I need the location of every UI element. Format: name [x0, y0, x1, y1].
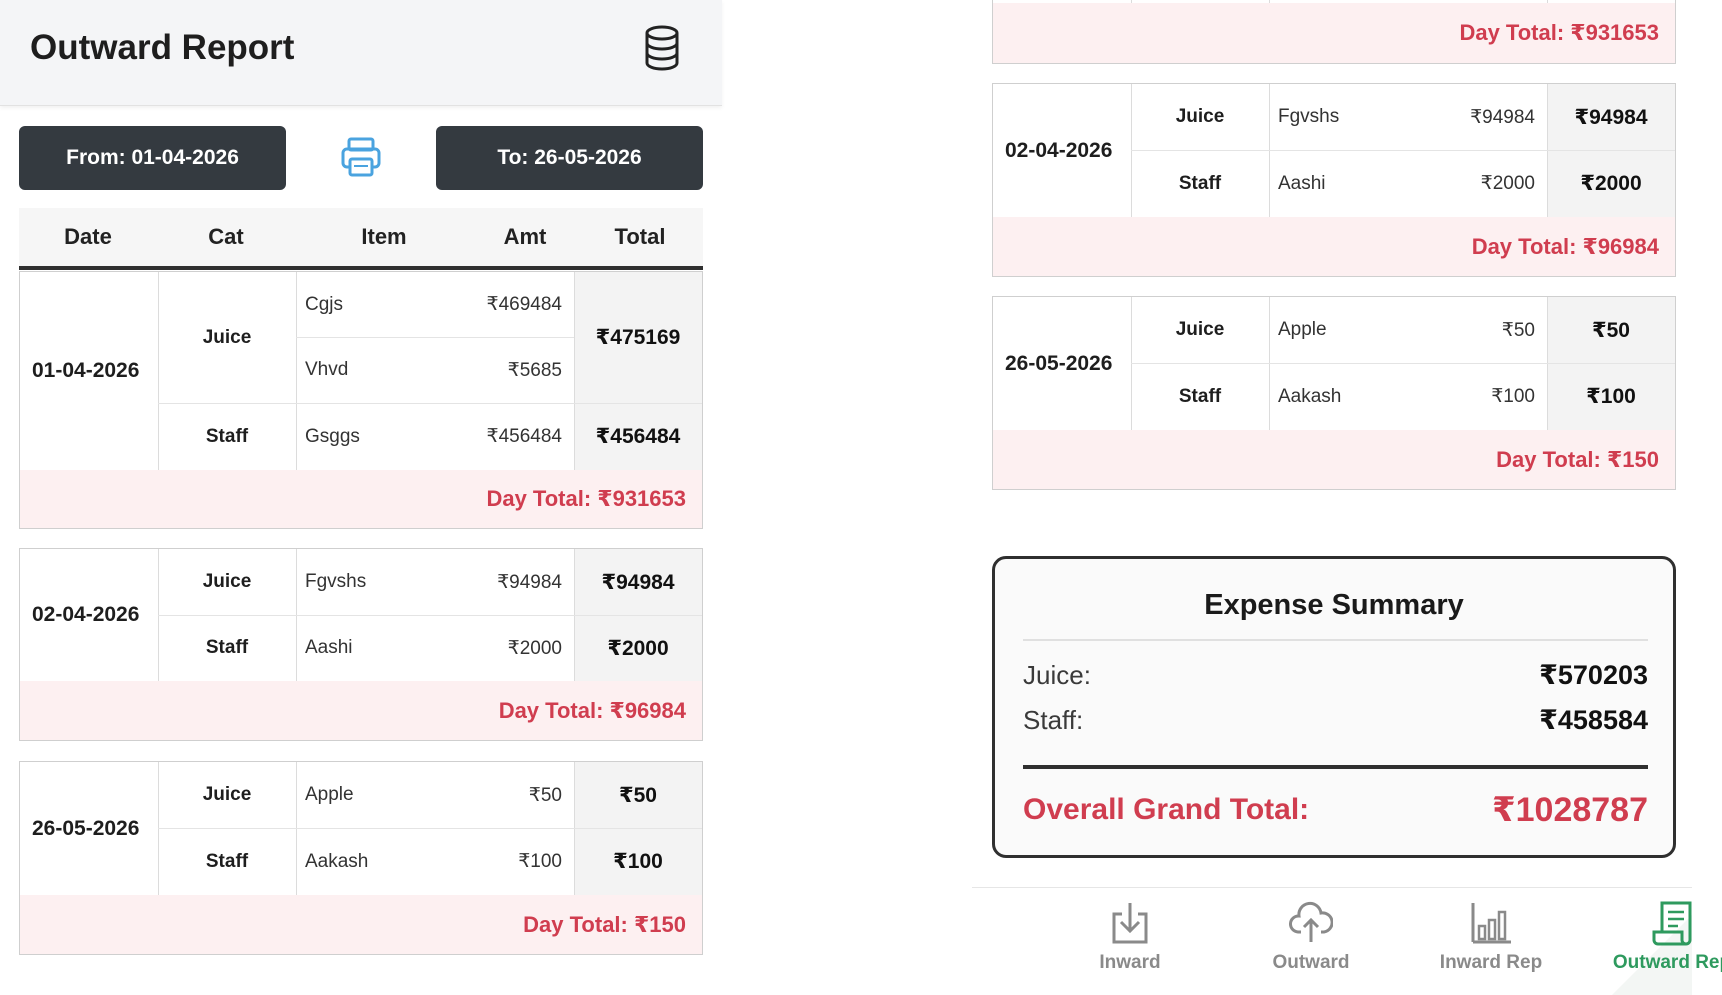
- row-item: Aakash: [305, 850, 369, 872]
- column-header-amt: Amt: [503, 224, 547, 249]
- row-total: ₹100: [1586, 385, 1636, 408]
- grand-total-label: Overall Grand Total:: [1023, 793, 1310, 826]
- bottom-nav: Inward Outward Inward Rep Outward Rep: [972, 887, 1722, 995]
- row-item: Apple: [1278, 319, 1327, 340]
- column-header-date: Date: [64, 224, 112, 249]
- day-block: 02-04-2026 Juice Fgvshs ₹94984 ₹94984 St…: [19, 548, 703, 741]
- download-tray-icon: [1112, 903, 1148, 944]
- day-total: Day Total: ₹931653: [993, 3, 1675, 63]
- to-date-button[interactable]: To: 26-05-2026: [436, 126, 703, 190]
- row-amount: ₹100: [518, 851, 562, 872]
- bar-chart-icon: [1471, 903, 1511, 944]
- row-category: Juice: [1175, 106, 1225, 127]
- row-date: 02-04-2026: [1005, 138, 1113, 162]
- row-amount: ₹469484: [486, 294, 563, 315]
- printer-icon[interactable]: [340, 136, 382, 178]
- row-total: ₹50: [1592, 318, 1630, 342]
- row-category: Staff: [1178, 385, 1222, 407]
- row-item: Cgjs: [305, 293, 344, 315]
- day-block: 26-05-2026 Juice Apple ₹50 ₹50 Staff Aak…: [992, 296, 1676, 490]
- from-date-button[interactable]: From: 01-04-2026: [19, 126, 286, 190]
- row-date: 26-05-2026: [32, 816, 140, 840]
- row-item: Apple: [305, 784, 354, 805]
- row-amount: ₹100: [1491, 386, 1535, 407]
- app-header: Outward Report: [0, 0, 722, 106]
- left-panel: Outward Report From: 01-04-2026 To: 26-0…: [0, 0, 722, 995]
- day-total: Day Total: ₹150: [20, 895, 702, 954]
- row-total: ₹94984: [1574, 105, 1648, 129]
- row-date: 02-04-2026: [32, 603, 140, 626]
- day-total: Day Total: ₹931653: [20, 470, 702, 528]
- nav-label: Inward Rep: [1439, 952, 1543, 973]
- grand-total-row: Overall Grand Total: ₹1028787: [1023, 785, 1648, 835]
- day-total: Day Total: ₹150: [993, 430, 1675, 489]
- row-amount: ₹94984: [497, 571, 562, 593]
- summary-title: Expense Summary: [1204, 589, 1464, 621]
- day-block: 01-04-2026 Juice Cgjs ₹469484 Vhvd ₹5685…: [19, 271, 703, 529]
- row-amount: ₹456484: [486, 426, 563, 447]
- summary-row-juice: Juice: ₹570203: [1023, 655, 1648, 695]
- table-header: Date Cat Item Amt Total: [19, 208, 703, 270]
- row-category: Staff: [1178, 172, 1222, 194]
- summary-value: ₹458584: [1539, 704, 1648, 735]
- row-item: Fgvshs: [1278, 106, 1340, 127]
- row-amount: ₹50: [528, 784, 562, 806]
- row-amount: ₹2000: [1480, 173, 1535, 194]
- row-total: ₹50: [619, 783, 657, 807]
- row-category: Juice: [1175, 319, 1225, 340]
- row-total: ₹94984: [601, 570, 675, 594]
- cloud-upload-icon: [1289, 901, 1333, 942]
- row-item: Aashi: [1278, 172, 1326, 194]
- summary-label: Juice:: [1023, 659, 1091, 690]
- row-item: Vhvd: [305, 359, 349, 380]
- column-header-item: Item: [361, 224, 407, 249]
- right-panel: Day Total: ₹931653 02-04-2026 Juice Fgvs…: [970, 0, 1722, 995]
- row-category: Staff: [205, 425, 249, 447]
- day-block: 02-04-2026 Juice Fgvshs ₹94984 ₹94984 St…: [992, 83, 1676, 277]
- nav-label: Outward Rep: [1612, 952, 1722, 973]
- column-header-total: Total: [614, 224, 666, 249]
- row-amount: ₹2000: [507, 637, 562, 659]
- page-title: Outward Report: [30, 28, 295, 67]
- day-total: Day Total: ₹96984: [20, 681, 702, 740]
- summary-row-staff: Staff: ₹458584: [1023, 700, 1648, 740]
- summary-value: ₹570203: [1539, 659, 1648, 690]
- row-amount: ₹50: [1501, 319, 1535, 341]
- nav-item-outward[interactable]: Outward: [1236, 900, 1386, 990]
- row-amount: ₹5685: [507, 359, 562, 381]
- database-icon[interactable]: [642, 24, 682, 72]
- day-block: Day Total: ₹931653: [992, 0, 1676, 64]
- nav-label: Inward: [1099, 952, 1161, 973]
- summary-label: Staff:: [1023, 704, 1084, 735]
- row-item: Gsggs: [305, 425, 360, 447]
- row-total: ₹100: [613, 850, 663, 873]
- row-category: Juice: [202, 326, 252, 348]
- row-total: ₹475169: [595, 326, 681, 349]
- nav-item-outward-rep[interactable]: Outward Rep: [1597, 900, 1722, 990]
- row-item: Fgvshs: [305, 571, 367, 592]
- day-block: 26-05-2026 Juice Apple ₹50 ₹50 Staff Aak…: [19, 761, 703, 955]
- row-date: 26-05-2026: [1005, 351, 1113, 375]
- expense-summary-card: Expense Summary Juice: ₹570203 Staff: ₹4…: [992, 556, 1676, 858]
- row-item: Aashi: [305, 637, 353, 658]
- row-total: ₹2000: [1580, 172, 1642, 195]
- row-total: ₹2000: [607, 636, 669, 660]
- row-category: Staff: [205, 850, 249, 872]
- row-category: Staff: [205, 637, 249, 658]
- row-category: Juice: [202, 571, 252, 592]
- row-item: Aakash: [1278, 385, 1342, 407]
- day-total: Day Total: ₹96984: [993, 217, 1675, 276]
- row-date: 01-04-2026: [32, 359, 140, 382]
- column-header-cat: Cat: [208, 224, 244, 249]
- row-total: ₹456484: [595, 425, 681, 448]
- row-category: Juice: [202, 784, 252, 805]
- grand-total-value: ₹1028787: [1491, 791, 1648, 829]
- nav-item-inward-rep[interactable]: Inward Rep: [1416, 900, 1566, 990]
- row-amount: ₹94984: [1470, 106, 1535, 128]
- nav-label: Outward: [1272, 952, 1350, 973]
- nav-item-inward[interactable]: Inward: [1055, 900, 1205, 990]
- receipt-report-icon: [1652, 901, 1692, 946]
